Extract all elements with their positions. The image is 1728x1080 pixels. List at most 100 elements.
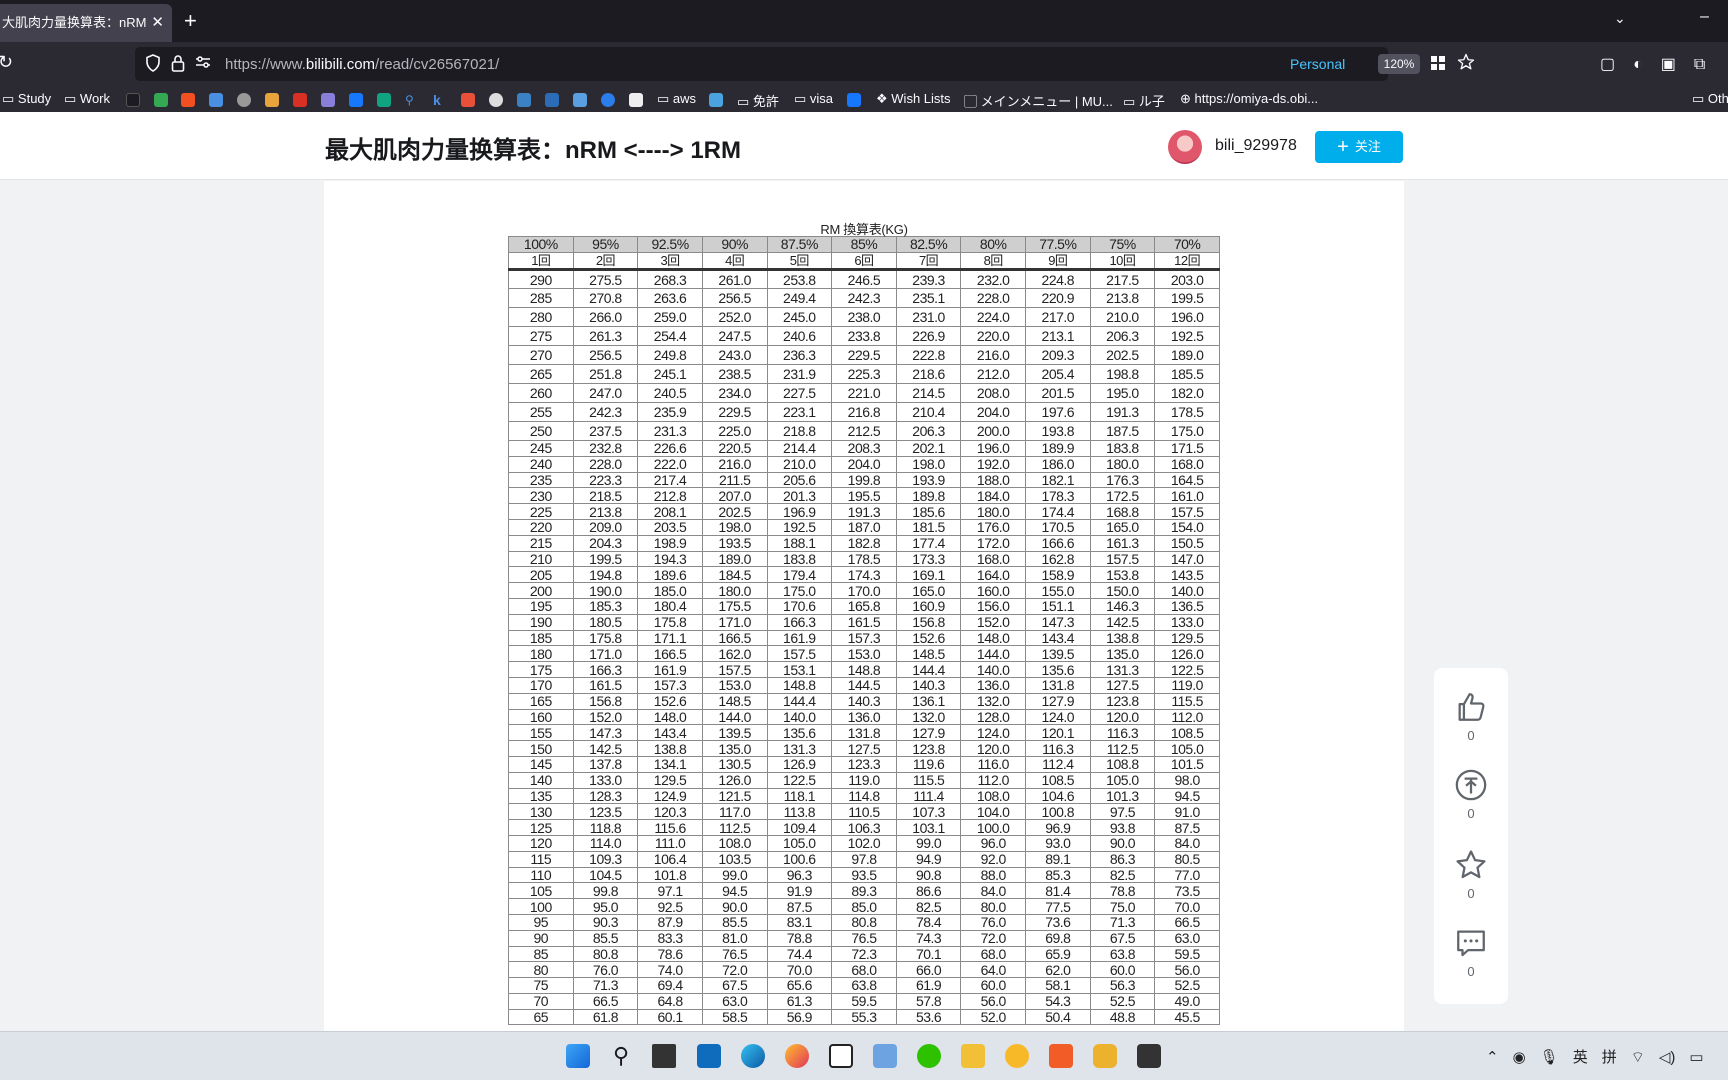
slack-icon[interactable] — [1093, 1044, 1117, 1068]
app-icon[interactable] — [1137, 1044, 1161, 1068]
url-text[interactable]: https://www.bilibili.com/read/cv26567021… — [225, 56, 499, 73]
volume-icon[interactable]: ◁) — [1659, 1049, 1676, 1066]
table-row: 100 95.0 92.5 90.0 87.5 85.0 82.5 80.0 77.5 75.0 7… — [508, 898, 1220, 915]
ime-mode-label[interactable]: 英 — [1573, 1049, 1588, 1066]
table-cell: 136.0 — [831, 708, 897, 726]
bookmark-folder-aws[interactable]: ▭ aws — [657, 91, 696, 107]
bookmark-icon[interactable] — [461, 93, 475, 107]
globe-icon[interactable] — [601, 93, 615, 107]
task-view-icon[interactable] — [652, 1044, 676, 1068]
table-cell: 211.5 — [701, 471, 768, 489]
table-row: 225 213.8 208.1 202.5 196.9 191.3 185.6 180.0 17… — [508, 503, 1220, 520]
tab-close-icon[interactable]: ✕ — [151, 4, 164, 42]
avatar[interactable] — [1168, 130, 1202, 164]
translate-icon[interactable]: ▣ — [1661, 56, 1676, 73]
table-cell: 56.0 — [960, 992, 1026, 1010]
search-icon[interactable]: ⚲ — [609, 1044, 633, 1068]
table-row: 80 76.0 74.0 72.0 70.0 68.0 66.0 64.0 62.0 60.0 56… — [508, 961, 1220, 979]
photos-icon[interactable] — [873, 1044, 897, 1068]
bookmark-icon[interactable] — [321, 93, 335, 107]
zoom-badge[interactable]: 120% — [1378, 54, 1420, 74]
table-cell: 85.5 — [701, 913, 768, 931]
bookmark-folder-license[interactable]: ▭ 免許 — [737, 91, 779, 110]
table-cell: 52.0 — [960, 1008, 1026, 1026]
search-icon[interactable]: ⚲ — [405, 93, 419, 107]
notion-icon[interactable] — [829, 1044, 853, 1068]
lock-icon[interactable] — [171, 54, 185, 76]
ime-label[interactable]: 拼 — [1602, 1049, 1617, 1066]
bookmark-folder-study[interactable]: ▭ Study — [2, 91, 51, 107]
coin-button[interactable]: 0 — [1434, 768, 1508, 821]
bookmark-icon[interactable] — [126, 93, 140, 107]
mail-icon[interactable] — [697, 1044, 721, 1068]
chevron-down-icon[interactable]: ⌄ — [1614, 10, 1626, 27]
zhihu-icon[interactable] — [349, 93, 363, 107]
new-tab-button[interactable]: + — [184, 8, 197, 34]
table-cell: 68.0 — [831, 961, 897, 979]
apple-icon[interactable] — [237, 93, 251, 107]
extension-icon[interactable]: ◐ — [1633, 56, 1643, 73]
shield-icon[interactable] — [145, 54, 161, 76]
drive-icon[interactable] — [154, 93, 168, 107]
table-cell: 104.0 — [960, 803, 1026, 821]
firefox-icon[interactable] — [785, 1044, 809, 1068]
chatgpt-icon[interactable] — [377, 93, 391, 107]
author-name[interactable]: bili_929978 — [1215, 137, 1297, 155]
minimize-button[interactable]: – — [1700, 8, 1709, 26]
app-icon[interactable] — [1049, 1044, 1073, 1068]
reload-icon[interactable]: ↻ — [0, 52, 13, 73]
one-rm-cell: 285 — [508, 288, 574, 308]
app-icon[interactable] — [1005, 1044, 1029, 1068]
wechat-icon[interactable] — [917, 1044, 941, 1068]
notion-icon[interactable] — [629, 93, 643, 107]
favorite-button[interactable]: 0 — [1434, 848, 1508, 901]
zhihu-icon[interactable] — [847, 93, 861, 107]
table-cell: 175.0 — [1154, 421, 1220, 441]
bookmark-folder-visa[interactable]: ▭ visa — [794, 91, 833, 107]
edge-icon[interactable] — [741, 1044, 765, 1068]
table-cell: 231.0 — [895, 307, 962, 327]
bookmark-folder-child[interactable]: ▭ ル子 — [1123, 91, 1165, 110]
bookmark-icon[interactable] — [545, 93, 559, 107]
url-bar[interactable]: https://www.bilibili.com/read/cv26567021… — [135, 47, 1475, 81]
table-cell: 198.0 — [895, 455, 962, 473]
bookmark-folder-work[interactable]: ▭ Work — [64, 91, 110, 107]
table-cell: 131.3 — [766, 740, 833, 757]
table-cell: 259.0 — [637, 307, 703, 327]
bookmark-icon[interactable] — [209, 93, 223, 107]
browser-tab[interactable]: 大肌肉力量换算表：nRM <- ✕ — [0, 4, 172, 42]
bilibili-icon[interactable] — [709, 93, 723, 107]
extensions-menu-icon[interactable]: ⧉ — [1694, 56, 1705, 73]
table-cell: 150.5 — [1154, 534, 1220, 552]
container-label[interactable]: Personal — [1290, 56, 1345, 72]
table-cell: 237.5 — [572, 421, 639, 441]
comment-button[interactable]: 0 — [1434, 926, 1508, 979]
permissions-icon[interactable] — [195, 54, 211, 74]
like-button[interactable]: 0 — [1434, 690, 1508, 743]
bookmark-icon[interactable]: k — [433, 93, 447, 107]
pocket-icon[interactable]: ▢ — [1600, 56, 1615, 73]
bookmark-wish-lists[interactable]: ❖ Wish Lists — [876, 91, 951, 107]
follow-button[interactable]: + 关注 — [1315, 131, 1403, 163]
grid-icon[interactable] — [1430, 55, 1446, 75]
bookmark-icon[interactable] — [573, 93, 587, 107]
bookmark-icon[interactable] — [265, 93, 279, 107]
bookmark-icon[interactable] — [293, 93, 307, 107]
reps-header-cell: 2回 — [572, 252, 639, 271]
bookmark-menu[interactable]: ▢ メインメニュー | MU... — [964, 91, 1113, 110]
windows-start-icon[interactable] — [566, 1044, 590, 1068]
battery-icon[interactable]: ▭ — [1689, 1049, 1703, 1066]
bookmark-folder-other[interactable]: ▭ Oth — [1692, 91, 1728, 107]
chevron-up-icon[interactable]: ⌃ — [1486, 1049, 1499, 1066]
microphone-icon[interactable]: 🎙︎ — [1540, 1049, 1559, 1066]
wifi-icon[interactable]: ⌔ — [1631, 1049, 1645, 1066]
file-explorer-icon[interactable] — [961, 1044, 985, 1068]
table-row: 110 104.5 101.8 99.0 96.3 93.5 90.8 88.0 85.3 82.… — [508, 866, 1220, 884]
bookmark-star-icon[interactable] — [1457, 53, 1475, 75]
table-cell: 251.8 — [572, 364, 639, 384]
microsoft-icon[interactable] — [181, 93, 195, 107]
github-icon[interactable] — [489, 93, 503, 107]
bookmark-icon[interactable] — [517, 93, 531, 107]
bookmark-omiya[interactable]: ⊕ https://omiya-ds.obi... — [1180, 91, 1318, 107]
tray-app-icon[interactable]: ◉ — [1513, 1049, 1526, 1066]
